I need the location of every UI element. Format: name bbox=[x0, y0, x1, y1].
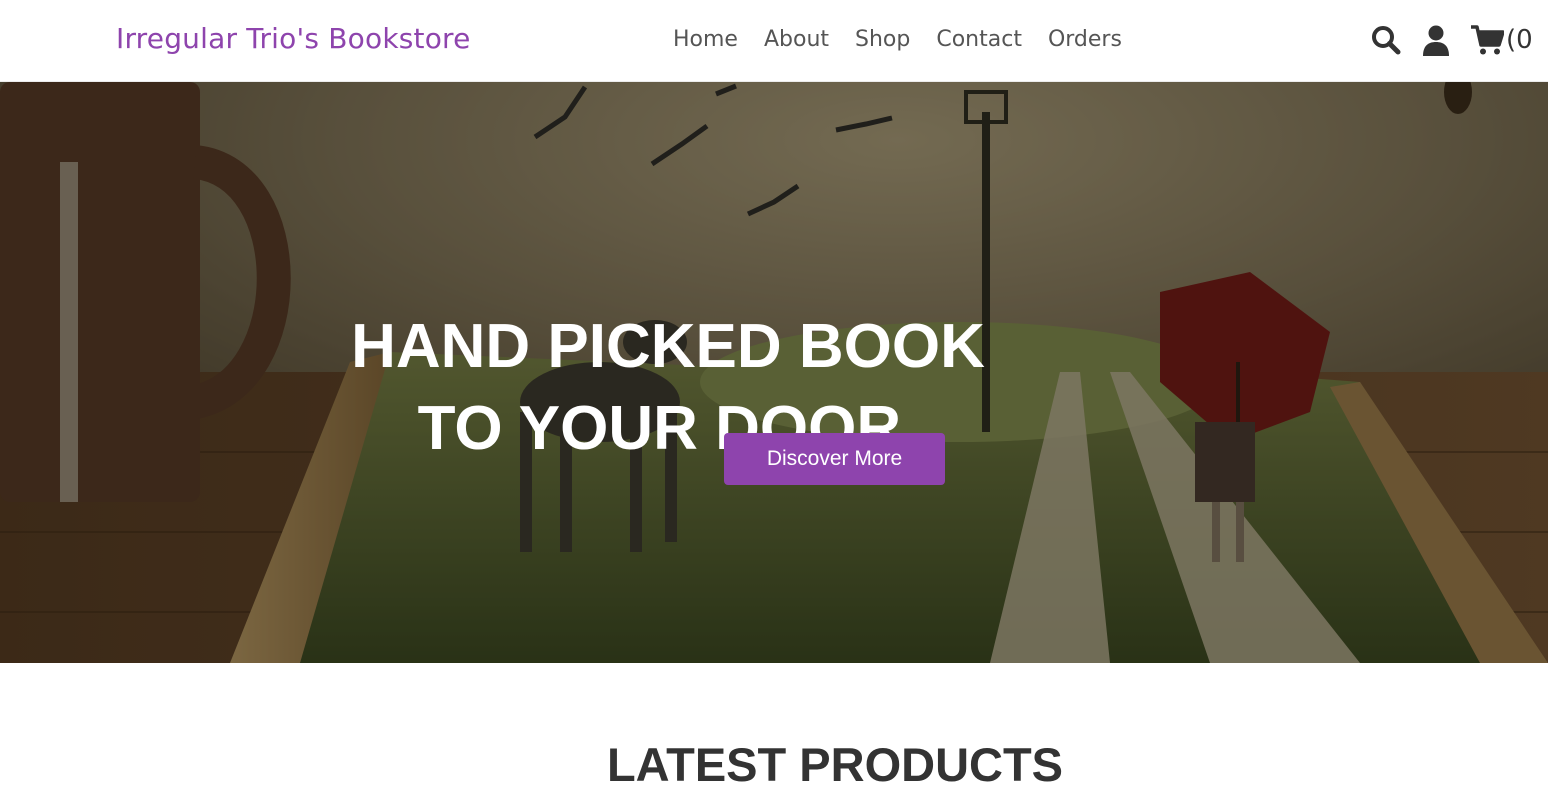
discover-more-button[interactable]: Discover More bbox=[724, 433, 945, 485]
cart-icon bbox=[1470, 24, 1504, 56]
search-icon[interactable] bbox=[1370, 24, 1402, 56]
cart-button[interactable]: (0 bbox=[1470, 24, 1533, 56]
hero-title-line-1: HAND PICKED BOOK bbox=[351, 311, 985, 381]
brand-logo-link[interactable]: Irregular Trio's Bookstore bbox=[116, 22, 471, 55]
nav-link-shop[interactable]: Shop bbox=[855, 27, 910, 52]
nav-link-contact[interactable]: Contact bbox=[936, 27, 1022, 52]
nav-link-orders[interactable]: Orders bbox=[1048, 27, 1122, 52]
nav-link-home[interactable]: Home bbox=[673, 27, 738, 52]
user-icon[interactable] bbox=[1422, 24, 1450, 56]
hero-banner: HAND PICKED BOOK TO YOUR DOOR. Discover … bbox=[0, 82, 1548, 663]
header-icons: (0 bbox=[1370, 22, 1533, 58]
site-header: Irregular Trio's Bookstore Home About Sh… bbox=[0, 0, 1548, 82]
hero-title-line-2: TO YOUR DOOR. bbox=[417, 393, 919, 463]
main-nav: Home About Shop Contact Orders bbox=[673, 27, 1122, 52]
nav-link-about[interactable]: About bbox=[764, 27, 829, 52]
latest-products-heading: LATEST PRODUCTS bbox=[606, 738, 1064, 791]
hero-title: HAND PICKED BOOK TO YOUR DOOR. bbox=[0, 306, 1336, 470]
cart-count: (0 bbox=[1506, 25, 1533, 55]
